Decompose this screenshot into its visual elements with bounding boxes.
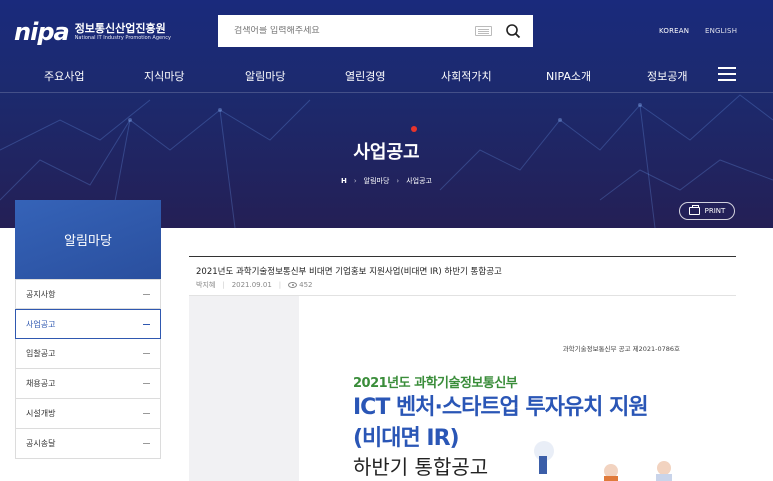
post-meta: 박지혜 | 2021.09.01 | 452 [196,281,313,289]
sidebar-item-label: 채용공고 [26,379,56,388]
print-label: PRINT [704,207,726,215]
poster-illustration [534,441,672,481]
dash-icon [143,413,150,414]
poster-image: 과학기술정보통신부 공고 제2021-0786호 2021년도 과학기술정보통신… [299,296,736,481]
lang-english-link[interactable]: ENGLISH [705,27,737,35]
sidebar-heading: 알림마당 [15,200,161,279]
sidebar-item-public-service[interactable]: 공시송달 [15,429,161,459]
main-navigation: 주요사업 지식마당 알림마당 열린경영 사회적가치 NIPA소개 정보공개 [0,64,773,86]
nav-item-about[interactable]: NIPA소개 [546,68,591,84]
logo-korean-name: 정보통신산업진흥원 [74,22,166,35]
sidebar-item-label: 공시송달 [26,439,56,448]
sidebar-item-label: 시설개방 [26,409,56,418]
hero-banner: nipa 정보통신산업진흥원 National IT Industry Prom… [0,0,773,228]
menu-icon[interactable] [718,67,736,81]
search-input[interactable] [218,26,468,36]
nav-item-knowledge[interactable]: 지식마당 [144,68,184,84]
sidebar-item-facilities[interactable]: 시설개방 [15,399,161,429]
site-logo[interactable]: nipa 정보통신산업진흥원 National IT Industry Prom… [14,18,171,46]
keyboard-icon[interactable] [475,26,492,36]
post-title: 2021년도 과학기술정보통신부 비대면 기업홍보 지원사업(비대면 IR) 하… [196,267,502,277]
poster-side-panel [189,296,299,481]
dash-icon [143,353,150,354]
nav-item-management[interactable]: 열린경영 [345,68,385,84]
nav-item-business[interactable]: 주요사업 [44,68,84,84]
breadcrumb-home[interactable]: H [341,177,347,185]
sidebar-menu: 공지사항 사업공고 입찰공고 채용공고 시설개방 공시송달 [15,279,161,459]
lang-korean-link[interactable]: KOREAN [659,27,689,35]
sidebar-item-notices[interactable]: 공지사항 [15,279,161,309]
dash-icon [143,443,150,444]
sidebar-heading-label: 알림마당 [64,234,112,249]
nav-item-notice[interactable]: 알림마당 [245,68,285,84]
sidebar-item-recruitment[interactable]: 채용공고 [15,369,161,399]
nav-item-info-disclosure[interactable]: 정보공개 [647,68,687,84]
title-accent-dot [411,126,417,132]
nav-item-social-value[interactable]: 사회적가치 [441,68,492,84]
sidebar-item-business-notices[interactable]: 사업공고 [15,309,161,339]
sidebar-item-label: 공지사항 [26,289,56,299]
post-views: 452 [299,281,313,289]
breadcrumb-item-notice[interactable]: 알림마당 [364,177,390,185]
logo-mark: nipa [14,18,70,46]
logo-english-name: National IT Industry Promotion Agency [74,35,171,41]
print-button[interactable]: PRINT [679,202,735,220]
printer-icon [688,205,700,215]
dash-icon [143,323,150,325]
dash-icon [143,383,150,384]
dash-icon [143,293,150,295]
breadcrumb-item-current[interactable]: 사업공고 [406,177,432,185]
nav-divider [0,92,773,93]
sidebar-item-label: 입찰공고 [26,349,56,358]
post-author: 박지혜 [196,281,216,289]
search-bar [218,15,533,47]
content-top-border [189,256,736,257]
search-icon[interactable] [505,23,521,39]
eye-icon [288,282,298,288]
sidebar-item-bids[interactable]: 입찰공고 [15,339,161,369]
page-title: 사업공고 [353,142,420,163]
breadcrumb: H › 알림마당 › 사업공고 [340,177,432,185]
sidebar-item-label: 사업공고 [26,319,56,329]
post-date: 2021.09.01 [231,281,272,289]
